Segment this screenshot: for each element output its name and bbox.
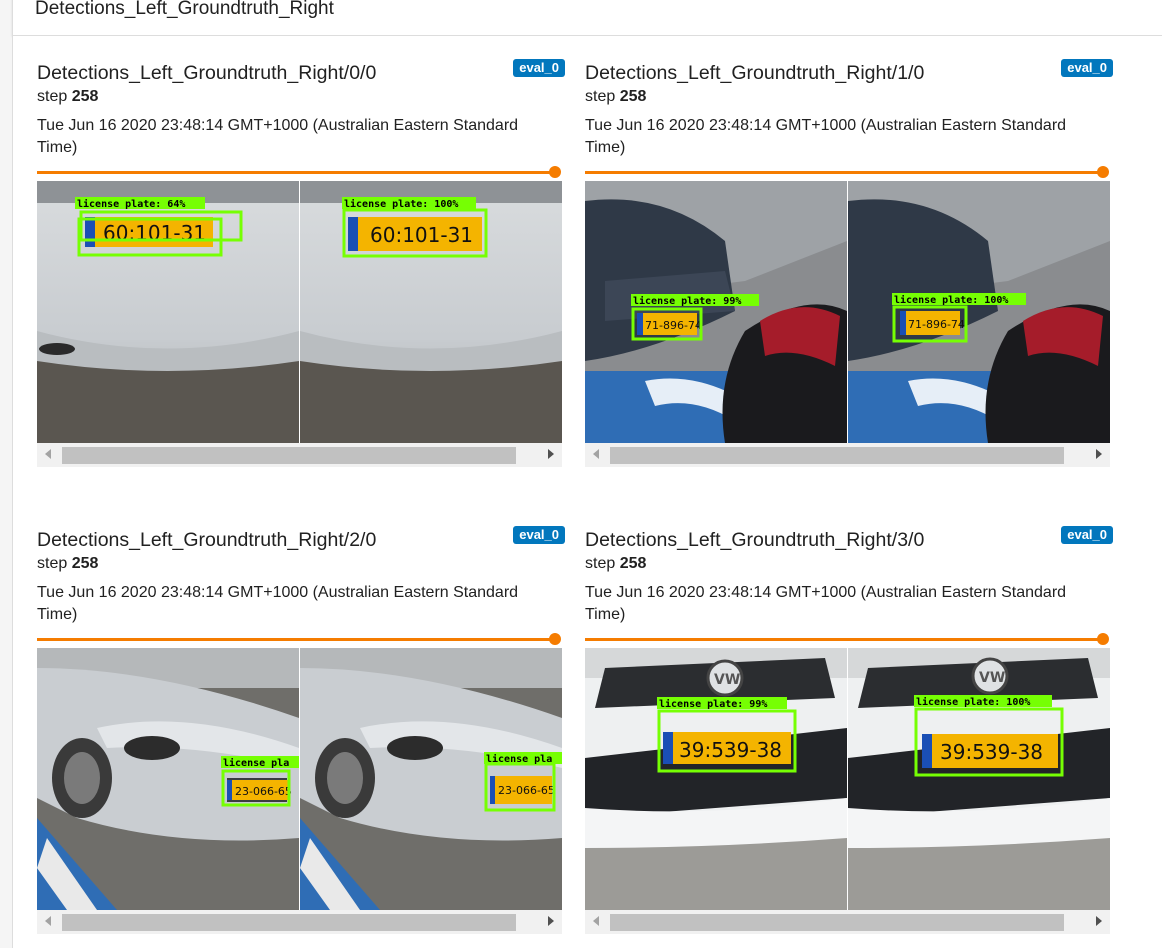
step-info: step 258: [37, 555, 98, 573]
groundtruth-label: license plate: 100%: [894, 294, 1008, 306]
plate-text: 39:539-38: [679, 738, 782, 762]
run-badge: eval_0: [1061, 526, 1113, 544]
scroll-right-icon[interactable]: [1096, 449, 1102, 459]
horizontal-scrollbar[interactable]: [37, 910, 562, 934]
step-label: step: [585, 88, 616, 105]
groundtruth-panel: 71-896-74 license plate: 100%: [848, 181, 1110, 443]
step-value: 258: [619, 88, 647, 105]
scroll-right-icon[interactable]: [1096, 916, 1102, 926]
plate-text: 23-066-65: [498, 784, 555, 797]
plate-text: 71-896-74: [908, 318, 965, 331]
detection-image: VW 39:539-38 license plate: 99% VW 39:53…: [585, 648, 1110, 910]
detection-label: license plate: 64%: [77, 198, 185, 210]
plate-text: 39:539-38: [940, 740, 1043, 764]
slider-track: [37, 171, 557, 174]
slider-track: [585, 171, 1105, 174]
step-info: step 258: [37, 88, 98, 106]
step-label: step: [37, 555, 68, 572]
plate-text: 71-896-74: [645, 319, 702, 332]
vw-logo: VW: [714, 672, 740, 688]
step-info: step 258: [585, 555, 646, 573]
run-badge: eval_0: [513, 526, 565, 544]
detection-label: license plate: 99%: [659, 698, 767, 710]
step-value: 258: [71, 88, 99, 105]
groundtruth-panel: 23-066-65 license pla: [300, 648, 562, 910]
groundtruth-label: license plate: 100%: [344, 198, 458, 210]
slider-thumb[interactable]: [1097, 166, 1109, 178]
image-cards-area: Detections_Left_Groundtruth_Right/0/0 ev…: [12, 36, 1162, 948]
groundtruth-panel: 60:101-31 license plate: 100%: [300, 181, 562, 443]
detection-panel: 60:101-31 license plate: 64%: [37, 181, 299, 443]
horizontal-scrollbar[interactable]: [585, 443, 1110, 467]
section-header[interactable]: Detections_Left_Groundtruth_Right: [12, 0, 1162, 36]
vw-logo: VW: [979, 670, 1005, 686]
step-slider[interactable]: [37, 164, 561, 182]
timestamp: Tue Jun 16 2020 23:48:14 GMT+1000 (Austr…: [585, 584, 1067, 623]
detection-image: 60:101-31 license plate: 64% 60:101-31 l…: [37, 181, 562, 443]
step-label: step: [585, 555, 616, 572]
step-slider[interactable]: [37, 631, 561, 649]
slider-thumb[interactable]: [549, 633, 561, 645]
slider-track: [37, 638, 557, 641]
scroll-thumb[interactable]: [62, 447, 516, 464]
scroll-left-icon[interactable]: [45, 449, 51, 459]
step-slider[interactable]: [585, 164, 1109, 182]
scroll-thumb[interactable]: [610, 914, 1064, 931]
scroll-thumb[interactable]: [62, 914, 516, 931]
step-value: 258: [71, 555, 99, 572]
card-title: Detections_Left_Groundtruth_Right/1/0: [585, 62, 925, 84]
horizontal-scrollbar[interactable]: [585, 910, 1110, 934]
scroll-left-icon[interactable]: [593, 916, 599, 926]
horizontal-scrollbar[interactable]: [37, 443, 562, 467]
timestamp: Tue Jun 16 2020 23:48:14 GMT+1000 (Austr…: [585, 117, 1067, 156]
groundtruth-label: license pla: [486, 753, 552, 765]
slider-thumb[interactable]: [1097, 633, 1109, 645]
groundtruth-label: license plate: 100%: [916, 696, 1030, 708]
card-title: Detections_Left_Groundtruth_Right/2/0: [37, 529, 377, 551]
detection-image: 71-896-74 license plate: 99% 71-896-74 l…: [585, 181, 1110, 443]
plate-text: 23-066-65: [235, 785, 292, 798]
scroll-left-icon[interactable]: [45, 916, 51, 926]
plate-text: 60:101-31: [370, 223, 473, 247]
groundtruth-panel: VW 39:539-38 license plate: 100%: [848, 648, 1110, 910]
detection-label: license plate: 99%: [633, 295, 741, 307]
detection-image: 23-066-65 license pla 23-066-65 license …: [37, 648, 562, 910]
step-slider[interactable]: [585, 631, 1109, 649]
card-title: Detections_Left_Groundtruth_Right/0/0: [37, 62, 377, 84]
run-badge: eval_0: [513, 59, 565, 77]
scroll-left-icon[interactable]: [593, 449, 599, 459]
detection-label: license pla: [223, 757, 289, 769]
step-info: step 258: [585, 88, 646, 106]
run-badge: eval_0: [1061, 59, 1113, 77]
detection-panel: VW 39:539-38 license plate: 99%: [585, 648, 847, 910]
scroll-thumb[interactable]: [610, 447, 1064, 464]
detection-panel: 23-066-65 license pla: [37, 648, 299, 910]
scroll-right-icon[interactable]: [548, 449, 554, 459]
section-title: Detections_Left_Groundtruth_Right: [35, 0, 334, 19]
timestamp: Tue Jun 16 2020 23:48:14 GMT+1000 (Austr…: [37, 117, 519, 156]
timestamp: Tue Jun 16 2020 23:48:14 GMT+1000 (Austr…: [37, 584, 519, 623]
step-label: step: [37, 88, 68, 105]
slider-track: [585, 638, 1105, 641]
card-title: Detections_Left_Groundtruth_Right/3/0: [585, 529, 925, 551]
scroll-right-icon[interactable]: [548, 916, 554, 926]
slider-thumb[interactable]: [549, 166, 561, 178]
detection-panel: 71-896-74 license plate: 99%: [585, 181, 847, 443]
step-value: 258: [619, 555, 647, 572]
